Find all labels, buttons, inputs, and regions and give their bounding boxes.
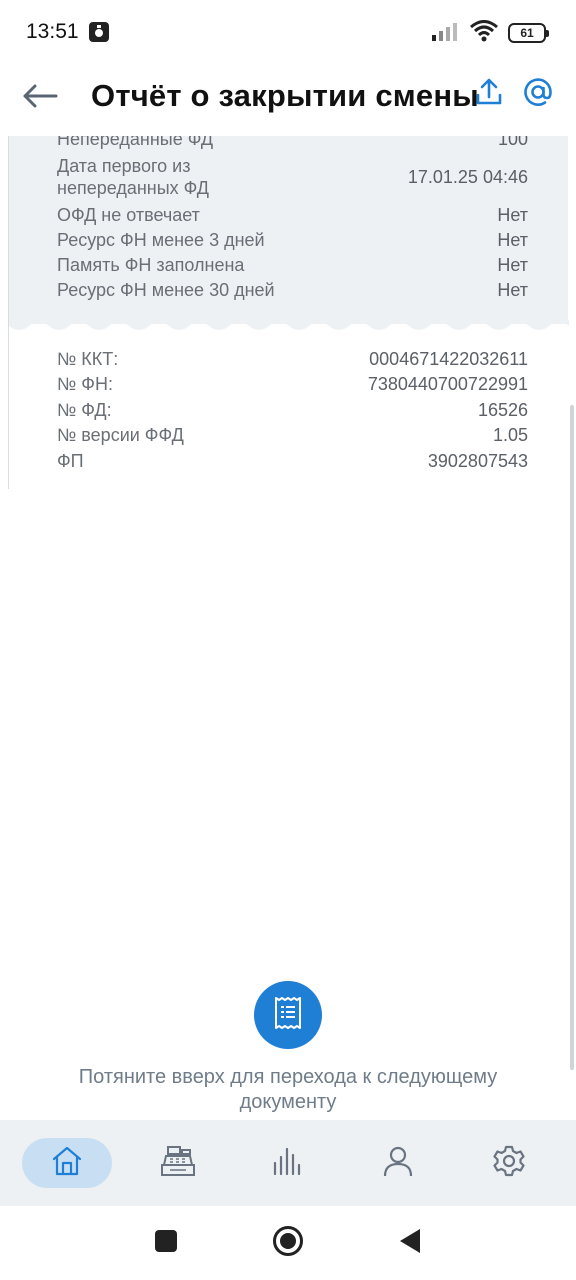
home-system-button[interactable] [272, 1225, 304, 1262]
row-label: Ресурс ФН менее 30 дней [57, 279, 275, 300]
pull-up-hint: Потяните вверх для перехода к следующему… [78, 1066, 498, 1113]
row-value: 100 [497, 136, 528, 149]
recents-button[interactable] [154, 1229, 178, 1258]
cash-register-icon [160, 1145, 196, 1182]
receipt: Непереданные ФД 100 Дата первого из непе… [8, 136, 569, 489]
back-arrow-icon [22, 84, 58, 113]
nav-item-profile[interactable] [353, 1138, 443, 1188]
receipt-torn-edge [9, 320, 569, 330]
signal-icon [432, 21, 460, 46]
row-value: 7380440700722991 [367, 374, 528, 395]
receipt-row: № версии ФФД 1.05 [57, 423, 528, 449]
app-bar: Отчёт о закрытии смены [0, 66, 576, 136]
next-document-button[interactable] [254, 981, 322, 1049]
row-label: № ФД: [57, 399, 112, 420]
system-nav-bar [0, 1206, 576, 1280]
at-sign-icon [523, 77, 553, 112]
receipt-row: № ФД: 16526 [57, 397, 528, 423]
nav-item-cash-register[interactable] [133, 1138, 223, 1188]
receipt-row: Дата первого из непереданных ФД 17.01.25… [57, 152, 528, 202]
status-time: 13:51 [26, 20, 79, 43]
person-icon [382, 1145, 414, 1182]
gear-icon [492, 1144, 526, 1183]
back-button[interactable] [18, 76, 62, 120]
battery-level: 61 [520, 26, 534, 40]
row-value: Нет [497, 279, 528, 300]
row-value: 17.01.25 04:46 [407, 167, 528, 187]
row-value: 0004671422032611 [369, 348, 528, 369]
receipt-row: ФП 3902807543 [57, 448, 528, 474]
receipt-fn-status-section: Непереданные ФД 100 Дата первого из непе… [8, 136, 569, 330]
receipt-registration-section: № ККТ: 0004671422032611 № ФН: 7380440700… [8, 324, 568, 489]
row-value: 1.05 [492, 425, 528, 446]
receipt-row: Ресурс ФН менее 3 дней Нет [57, 227, 528, 252]
receipt-row: ОФД не отвечает Нет [57, 202, 528, 227]
nav-item-settings[interactable] [464, 1138, 554, 1188]
receipt-row: Память ФН заполнена Нет [57, 252, 528, 277]
row-value: 3902807543 [427, 450, 528, 471]
row-label: Дата первого из непереданных ФД [57, 156, 209, 198]
row-value: Нет [497, 254, 528, 275]
row-label: Непереданные ФД [57, 136, 214, 149]
row-label: № ФН: [57, 374, 113, 395]
back-system-button[interactable] [398, 1228, 422, 1259]
receipt-icon [273, 996, 303, 1035]
row-value: Нет [497, 204, 528, 225]
status-icons: 61 [432, 19, 549, 47]
row-label: Память ФН заполнена [57, 254, 245, 275]
nav-item-home[interactable] [22, 1138, 113, 1188]
app-notification-icon [89, 22, 109, 42]
row-label: ФП [57, 450, 84, 471]
wifi-icon [470, 19, 498, 47]
row-label: № ККТ: [57, 348, 119, 369]
bar-chart-icon [272, 1145, 304, 1182]
row-label: № версии ФФД [57, 425, 184, 446]
page-title: Отчёт о закрытии смены [91, 78, 479, 113]
share-upload-icon [475, 78, 503, 111]
email-button[interactable] [518, 74, 558, 114]
row-value: 16526 [477, 399, 528, 420]
scrollbar[interactable] [570, 405, 574, 1070]
row-value: Нет [497, 229, 528, 250]
receipt-row: № ККТ: 0004671422032611 [57, 346, 528, 372]
receipt-row: Непереданные ФД 100 [57, 136, 528, 150]
share-button[interactable] [469, 74, 509, 114]
row-label: Ресурс ФН менее 3 дней [57, 229, 265, 250]
nav-item-reports[interactable] [243, 1138, 333, 1188]
receipt-row: № ФН: 7380440700722991 [57, 372, 528, 398]
receipt-row: Ресурс ФН менее 30 дней Нет [57, 277, 528, 302]
battery-icon: 61 [508, 23, 549, 43]
bottom-nav [0, 1120, 576, 1206]
status-bar: 13:51 61 [0, 0, 576, 66]
row-label: ОФД не отвечает [57, 204, 200, 225]
home-icon [51, 1145, 83, 1182]
